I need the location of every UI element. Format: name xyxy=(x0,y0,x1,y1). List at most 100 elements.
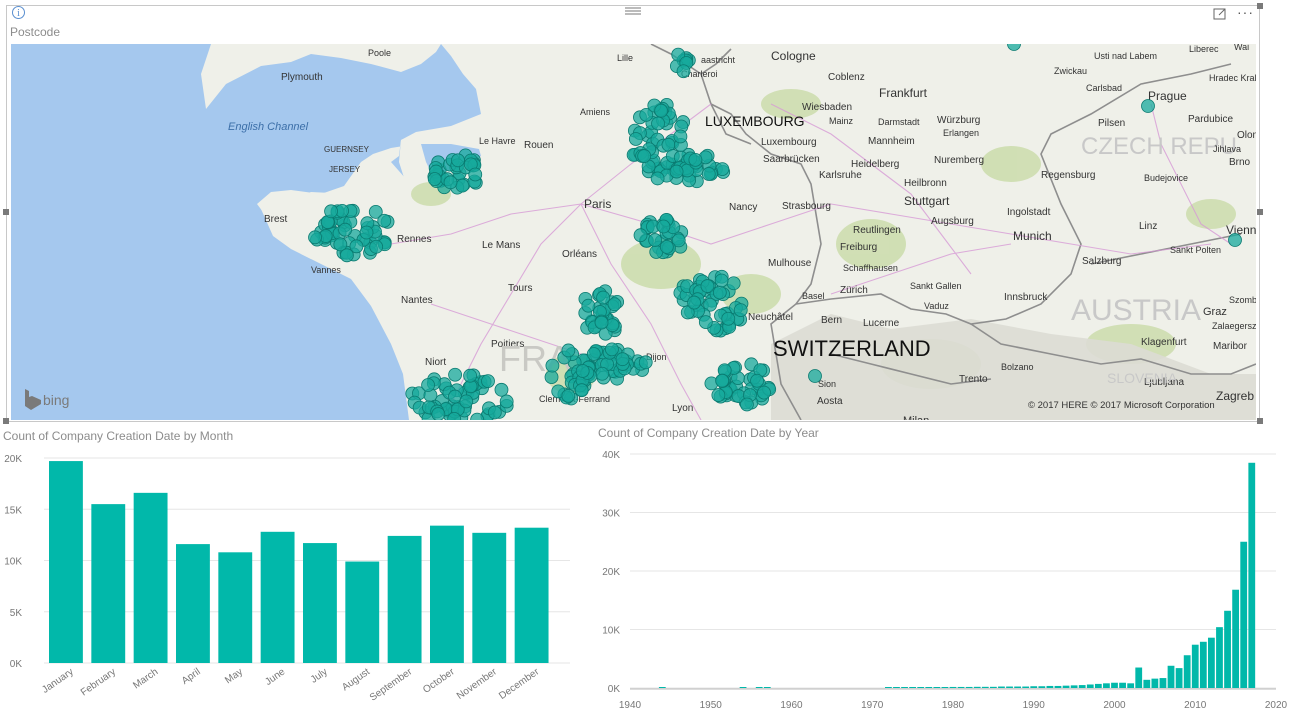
map-bubble[interactable] xyxy=(757,385,771,400)
map-bubble[interactable] xyxy=(455,178,470,193)
year-bar[interactable] xyxy=(965,686,973,688)
year-bar[interactable] xyxy=(1014,686,1021,688)
map-bubble[interactable] xyxy=(607,297,622,312)
map-bubble[interactable] xyxy=(669,164,684,179)
year-bar[interactable] xyxy=(957,686,965,688)
year-bar[interactable] xyxy=(1038,686,1046,688)
month-bar[interactable] xyxy=(49,461,83,663)
map-bubble[interactable] xyxy=(431,407,446,420)
month-bar[interactable] xyxy=(514,527,549,663)
month-bar[interactable] xyxy=(91,504,126,663)
year-bar[interactable] xyxy=(1248,462,1256,688)
more-options-icon[interactable]: ··· xyxy=(1237,4,1254,20)
year-bar[interactable] xyxy=(1119,682,1126,688)
month-bar[interactable] xyxy=(345,561,380,663)
map-bubble[interactable] xyxy=(443,175,458,190)
map-canvas[interactable]: Poole Plymouth English Channel GUERNSEY JERS… xyxy=(11,44,1256,420)
resize-handle-left[interactable] xyxy=(3,209,9,215)
map-bubble[interactable] xyxy=(740,397,754,412)
map-bubble[interactable] xyxy=(676,64,691,79)
map-bubble[interactable] xyxy=(638,355,653,370)
year-bar[interactable] xyxy=(1078,685,1086,688)
map-bubble[interactable] xyxy=(648,233,662,247)
month-bar[interactable] xyxy=(472,532,507,663)
year-bar[interactable] xyxy=(1224,610,1231,688)
year-bar[interactable] xyxy=(1167,665,1175,688)
year-bar[interactable] xyxy=(949,686,957,688)
map-bubble[interactable] xyxy=(673,129,688,144)
map-bubble[interactable] xyxy=(595,366,610,381)
year-bar[interactable] xyxy=(1191,644,1199,688)
year-bar[interactable] xyxy=(1062,685,1070,688)
map-bubble[interactable] xyxy=(427,172,442,186)
year-bar[interactable] xyxy=(1216,627,1223,688)
map-bubble[interactable] xyxy=(596,290,610,305)
year-bar[interactable] xyxy=(893,687,900,688)
year-bar[interactable] xyxy=(1183,655,1191,688)
map-bubble[interactable] xyxy=(712,285,727,300)
drag-handle-icon[interactable] xyxy=(624,4,642,15)
year-bar[interactable] xyxy=(1208,637,1215,688)
year-bar[interactable] xyxy=(1159,678,1167,688)
year-bar[interactable] xyxy=(1070,685,1078,688)
map-bubble[interactable] xyxy=(377,213,392,228)
year-bar[interactable] xyxy=(1135,667,1143,688)
year-bar[interactable] xyxy=(1240,541,1248,688)
year-bar[interactable] xyxy=(1199,641,1207,688)
map-bubble[interactable] xyxy=(633,228,648,243)
resize-handle-bottom-right[interactable] xyxy=(1257,418,1263,424)
map-bubble[interactable] xyxy=(586,347,601,361)
year-bar[interactable] xyxy=(989,686,997,688)
focus-mode-icon[interactable] xyxy=(1213,7,1227,21)
map-bubble[interactable] xyxy=(421,378,435,392)
map-bubble[interactable] xyxy=(581,298,596,313)
map-bubble[interactable] xyxy=(561,343,576,358)
map-bubble[interactable] xyxy=(687,295,701,310)
map-bubble[interactable] xyxy=(324,204,338,219)
year-bar[interactable] xyxy=(658,687,666,688)
month-bar[interactable] xyxy=(260,531,295,663)
map-bubble[interactable] xyxy=(700,279,715,293)
resize-handle-right[interactable] xyxy=(1257,209,1263,215)
map-bubble[interactable] xyxy=(726,276,741,291)
month-bar[interactable] xyxy=(176,544,210,663)
resize-handle-top-right[interactable] xyxy=(1257,3,1263,9)
map-bubble[interactable] xyxy=(1141,99,1155,113)
map-bubble[interactable] xyxy=(711,388,726,402)
year-bar[interactable] xyxy=(1094,683,1102,688)
year-bar[interactable] xyxy=(925,687,933,688)
month-bar[interactable] xyxy=(133,492,168,663)
map-bubble[interactable] xyxy=(721,311,736,326)
map-bubble[interactable] xyxy=(339,248,354,263)
year-bar[interactable] xyxy=(901,687,908,688)
map-bubble[interactable] xyxy=(714,273,729,288)
year-bar[interactable] xyxy=(739,687,747,688)
month-chart[interactable]: 0K 5K 10K 15K 20K January February March April Ma… xyxy=(0,448,575,723)
year-bar[interactable] xyxy=(1175,668,1183,688)
year-bar[interactable] xyxy=(981,686,989,688)
map-bubble[interactable] xyxy=(308,230,322,245)
map-bubble[interactable] xyxy=(481,374,495,389)
map-bubble[interactable] xyxy=(499,394,514,409)
map-bubble[interactable] xyxy=(359,225,374,240)
year-bar[interactable] xyxy=(1054,685,1062,688)
year-chart[interactable]: 0K 10K 20K 30K 40K 1940 1950 1960 1970 1980 1990 20… xyxy=(590,444,1290,724)
year-bar[interactable] xyxy=(1111,682,1118,688)
year-bar[interactable] xyxy=(1086,684,1094,688)
map-bubble[interactable] xyxy=(1228,233,1242,247)
map-bubble[interactable] xyxy=(715,373,730,388)
map-bubble[interactable] xyxy=(463,368,477,383)
year-bar[interactable] xyxy=(1046,685,1054,688)
map-bubble[interactable] xyxy=(615,352,630,367)
year-bar[interactable] xyxy=(885,687,892,688)
map-bubble[interactable] xyxy=(451,153,465,168)
month-bar[interactable] xyxy=(218,552,253,663)
map-bubble[interactable] xyxy=(654,103,669,118)
year-bar[interactable] xyxy=(1006,686,1013,688)
year-bar[interactable] xyxy=(1143,679,1151,688)
map-bubble[interactable] xyxy=(605,342,619,357)
map-bubble[interactable] xyxy=(808,369,822,383)
resize-handle-bottom-left[interactable] xyxy=(3,418,9,424)
year-bar[interactable] xyxy=(998,686,1005,688)
month-bar[interactable] xyxy=(303,543,337,663)
